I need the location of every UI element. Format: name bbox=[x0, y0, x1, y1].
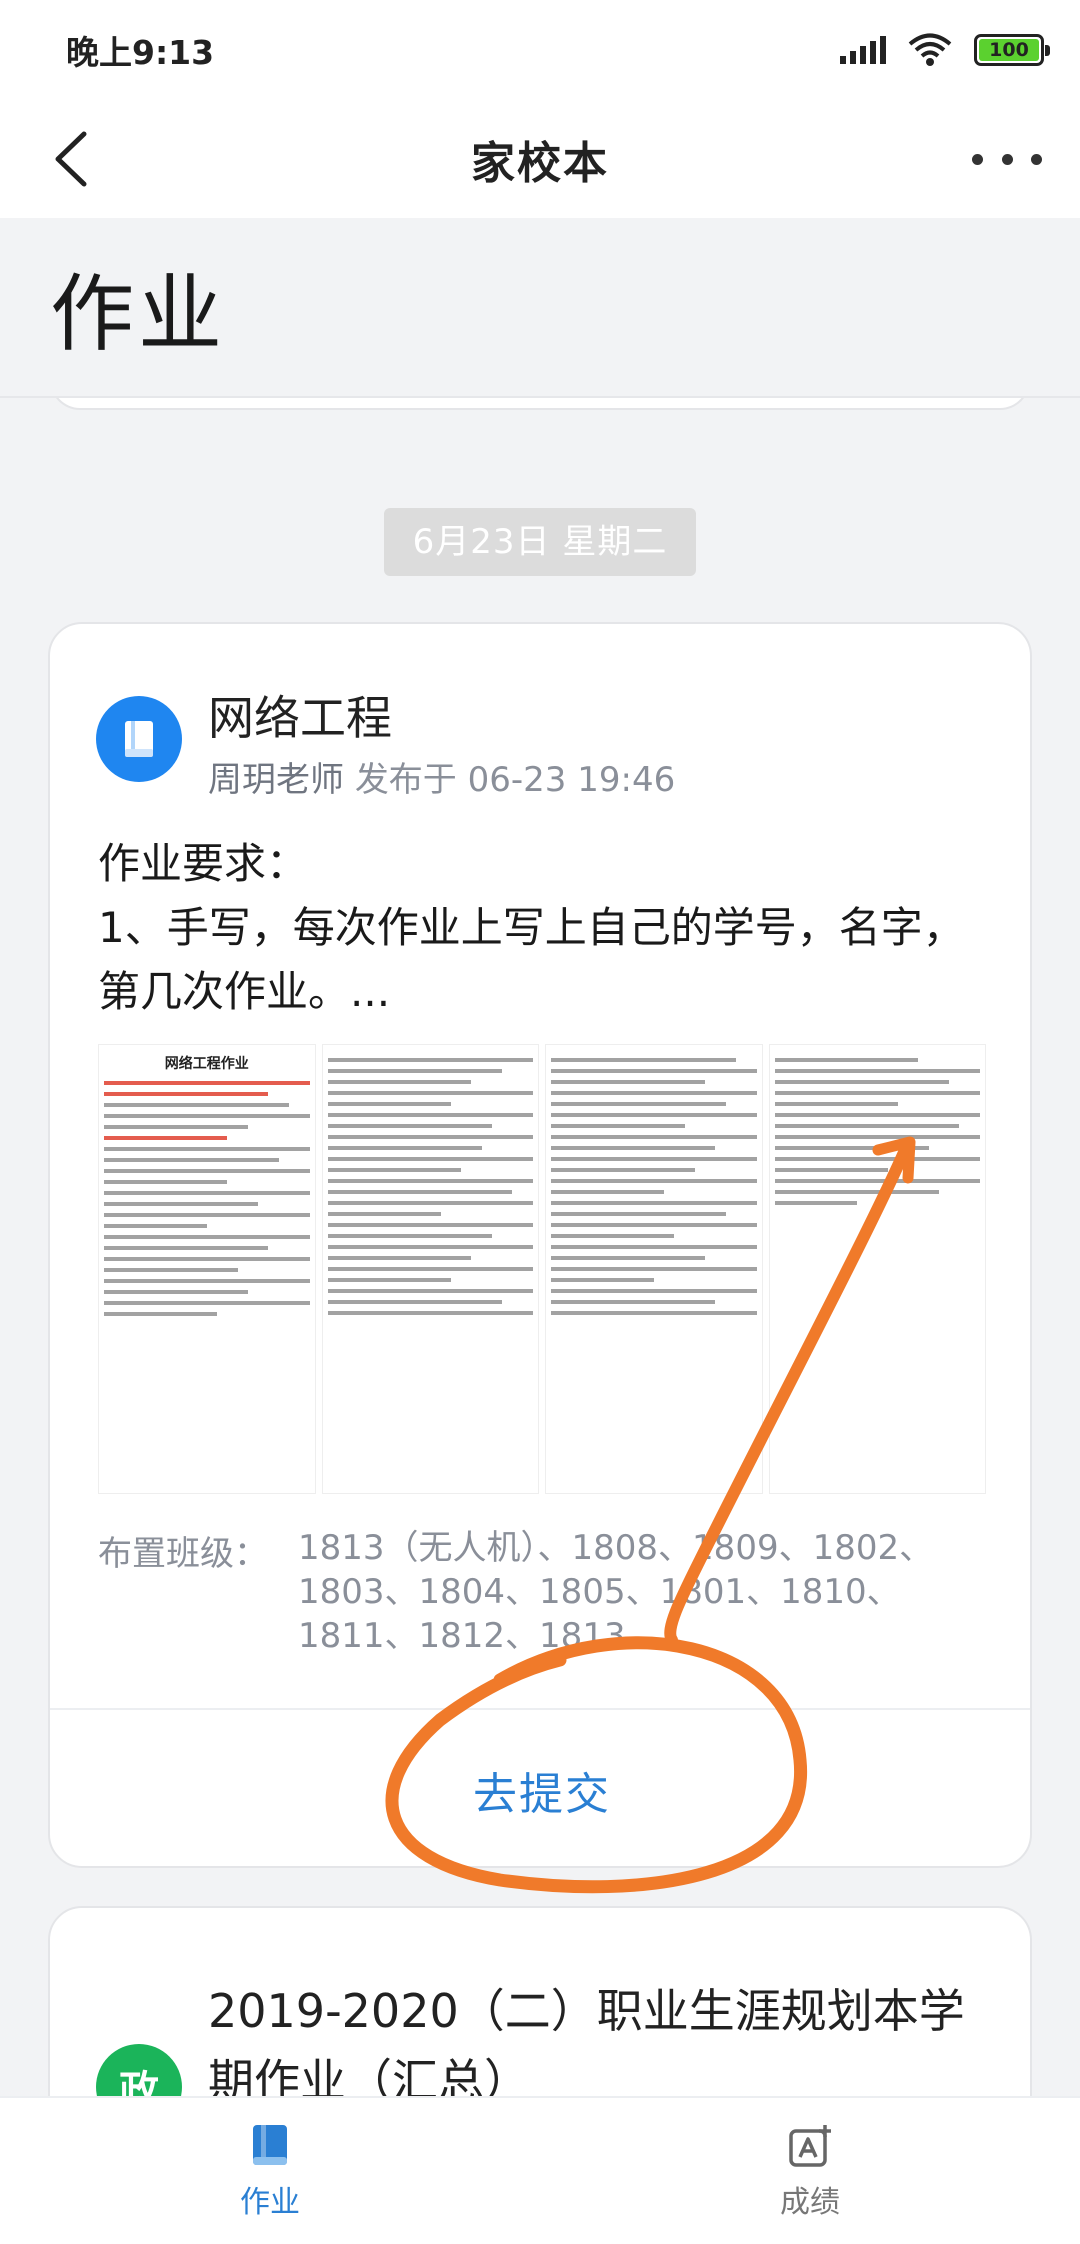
course-meta: 周玥老师 发布于 06-23 19:46 bbox=[208, 752, 675, 801]
tab-bar: 作业 成绩 bbox=[0, 2096, 1080, 2244]
tab-grades[interactable]: 成绩 bbox=[540, 2098, 1080, 2244]
divider bbox=[50, 1708, 1030, 1710]
page-title: 作业 bbox=[50, 264, 227, 363]
grades-icon bbox=[789, 2125, 831, 2167]
homework-book-icon bbox=[253, 2125, 287, 2165]
homework-feed[interactable]: 6月23日 星期二 网络工程 周玥老师 发布于 06-23 19:46 作业要求… bbox=[0, 398, 1080, 2096]
status-bar: 晚上9:13 100 bbox=[0, 0, 1080, 100]
tab-homework[interactable]: 作业 bbox=[0, 2098, 540, 2244]
battery-icon: 100 bbox=[974, 34, 1050, 66]
more-dot bbox=[972, 153, 983, 165]
tab-label: 成绩 bbox=[780, 2185, 840, 2220]
attachment-thumbnail[interactable]: 网络工程作业 bbox=[98, 1044, 316, 1494]
attachment-thumbnail[interactable] bbox=[768, 1044, 986, 1494]
classes-list: 1813（无人机）、1808、1809、1802、1803、1804、1805、… bbox=[298, 1528, 934, 1656]
battery-level: 100 bbox=[979, 39, 1039, 61]
nav-title: 家校本 bbox=[471, 138, 609, 189]
page-header: 作业 bbox=[0, 218, 1080, 398]
publish-time: 发布于 06-23 19:46 bbox=[354, 760, 676, 800]
status-icons: 100 bbox=[840, 33, 1050, 67]
attachment-thumbnails[interactable]: 网络工程作业 bbox=[98, 1044, 986, 1494]
homework-card[interactable]: 网络工程 周玥老师 发布于 06-23 19:46 作业要求： 1、手写，每次作… bbox=[48, 622, 1032, 1868]
homework-requirement: 作业要求： 1、手写，每次作业上写上自己的学号，名字，第几次作业。... bbox=[98, 832, 998, 1024]
course-badge-icon: 政 bbox=[96, 2044, 182, 2096]
book-icon bbox=[96, 696, 182, 782]
more-dot bbox=[1031, 153, 1042, 165]
classes-label: 布置班级： bbox=[98, 1534, 268, 1574]
status-time: 晚上9:13 bbox=[66, 33, 215, 72]
thumbnail-title: 网络工程作业 bbox=[164, 1056, 249, 1072]
attachment-thumbnail[interactable] bbox=[545, 1044, 763, 1494]
nav-bar: 家校本 bbox=[0, 100, 1080, 218]
teacher-name: 周玥老师 bbox=[208, 760, 344, 800]
back-button[interactable] bbox=[44, 124, 104, 194]
more-dot bbox=[1001, 153, 1013, 165]
requirement-heading: 作业要求： bbox=[98, 839, 309, 888]
course-name: 2019-2020（二）职业生涯规划本学期作业（汇总） bbox=[208, 1984, 965, 2096]
signal-icon bbox=[840, 36, 886, 64]
tab-label: 作业 bbox=[240, 2185, 300, 2220]
course-name: 网络工程 bbox=[208, 691, 392, 745]
homework-card[interactable]: 2019-2020（二）职业生涯规划本学期作业（汇总） 政 bbox=[48, 1906, 1032, 2096]
chevron-left-icon bbox=[55, 131, 87, 187]
submit-button[interactable]: 去提交 bbox=[50, 1712, 1030, 1866]
more-button[interactable] bbox=[972, 136, 1042, 182]
previous-card-edge bbox=[50, 398, 1030, 410]
date-chip: 6月23日 星期二 bbox=[384, 508, 696, 576]
wifi-icon bbox=[908, 33, 952, 66]
attachment-thumbnail[interactable] bbox=[321, 1044, 539, 1494]
requirement-body: 1、手写，每次作业上写上自己的学号，名字，第几次作业。... bbox=[98, 903, 965, 1016]
course-badge-text: 政 bbox=[119, 2068, 159, 2096]
